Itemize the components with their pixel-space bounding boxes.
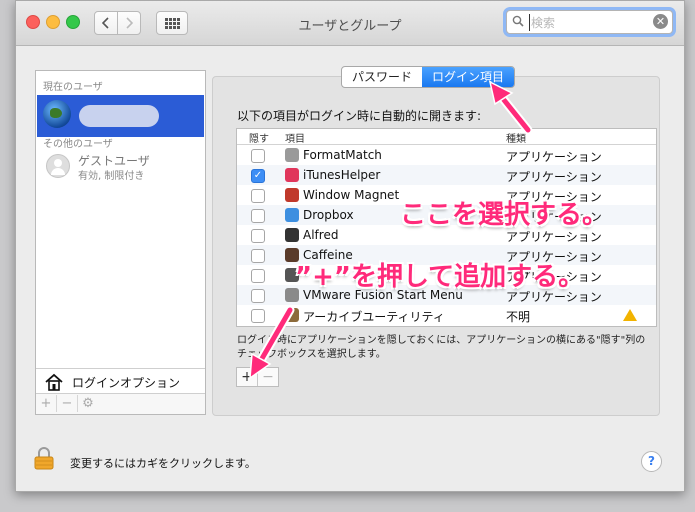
guest-user-status: 有効, 制限付き — [78, 171, 145, 182]
hide-checkbox[interactable] — [251, 189, 265, 203]
login-items-description: 以下の項目がログイン時に自動的に開きます: — [237, 109, 482, 123]
search-input[interactable]: 検索 — [529, 14, 555, 31]
hide-checkbox[interactable] — [251, 229, 265, 243]
other-users-header: その他のユーザ — [43, 139, 113, 150]
add-user-button[interactable]: + — [36, 395, 57, 412]
magnet-icon — [285, 188, 299, 202]
hide-checkbox[interactable] — [251, 289, 265, 303]
column-kind[interactable]: 種類 — [506, 130, 526, 145]
column-hide[interactable]: 隠す — [249, 130, 269, 145]
guest-user-item[interactable]: ゲストユーザ 有効, 制限付き — [36, 149, 205, 183]
remove-user-button[interactable]: − — [57, 395, 78, 412]
item-name: iTunesHelper — [303, 168, 381, 182]
login-options-item[interactable]: ログインオプション — [36, 368, 205, 394]
item-name: Dropbox — [303, 208, 354, 222]
table-header: 隠す 項目 種類 — [237, 129, 656, 145]
dropbox-icon — [285, 208, 299, 222]
annotation-press-plus: ”+”を押して追加する。 — [295, 262, 585, 292]
lock-message: 変更するにはカギをクリックします。 — [70, 457, 256, 470]
formatmatch-icon — [285, 148, 299, 162]
current-users-header: 現在のユーザ — [43, 82, 103, 93]
item-kind: 不明 — [506, 310, 531, 324]
warning-icon — [623, 309, 637, 321]
hide-checkbox[interactable] — [251, 309, 265, 323]
remove-login-item-button[interactable]: − — [258, 368, 278, 386]
item-name: FormatMatch — [303, 148, 382, 162]
itunes-icon — [285, 168, 299, 182]
annotation-select-here: ここを選択する。 — [400, 200, 609, 230]
search-icon — [512, 15, 524, 27]
hide-checkbox[interactable] — [251, 249, 265, 263]
sidebar-footer: ログインオプション + − ⚙ — [36, 368, 205, 414]
alfred-icon — [285, 228, 299, 242]
table-row[interactable]: FormatMatch アプリケーション — [237, 145, 656, 165]
current-user-item[interactable] — [37, 95, 204, 137]
tab-password[interactable]: パスワード — [342, 67, 422, 87]
gear-icon[interactable]: ⚙ — [78, 395, 98, 412]
tab-login-items[interactable]: ログイン項目 — [422, 67, 515, 87]
hide-checkbox[interactable] — [251, 209, 265, 223]
lock-icon[interactable] — [33, 446, 55, 470]
table-row[interactable]: ✓ iTunesHelper アプリケーション — [237, 165, 656, 185]
item-name: アーカイブユーティリティ — [303, 310, 445, 324]
item-kind: アプリケーション — [506, 170, 602, 184]
item-name: Alfred — [303, 228, 339, 242]
item-name: Window Magnet — [303, 188, 400, 202]
column-item[interactable]: 項目 — [285, 130, 305, 145]
add-login-item-button[interactable]: + — [237, 368, 258, 386]
sidebar-toolbar: + − ⚙ — [36, 393, 205, 414]
help-button[interactable]: ? — [641, 451, 662, 472]
login-items-toolbar: + − — [236, 367, 279, 387]
guest-avatar-icon — [46, 154, 70, 178]
clear-search-icon[interactable]: ✕ — [653, 14, 668, 29]
hide-checkbox[interactable]: ✓ — [251, 169, 265, 183]
hide-checkbox[interactable] — [251, 149, 265, 163]
table-row[interactable]: アーカイブユーティリティ 不明 — [237, 305, 656, 325]
title-bar: ユーザとグループ 検索 ✕ — [16, 1, 684, 46]
item-kind: アプリケーション — [506, 150, 602, 164]
search-field[interactable]: 検索 ✕ — [506, 10, 673, 34]
archive-icon — [285, 308, 299, 322]
login-options-label: ログインオプション — [72, 376, 181, 390]
hide-note: ログイン時にアプリケーションを隠しておくには、アプリケーションの横にある"隠す"… — [237, 335, 646, 360]
hide-checkbox[interactable] — [251, 269, 265, 283]
tab-bar: パスワード ログイン項目 — [341, 66, 516, 88]
house-icon — [45, 373, 63, 391]
user-avatar-globe-icon — [43, 100, 71, 128]
users-sidebar: 現在のユーザ その他のユーザ ゲストユーザ 有効, 制限付き ログインオプション… — [35, 70, 206, 415]
redacted-username — [79, 105, 159, 127]
